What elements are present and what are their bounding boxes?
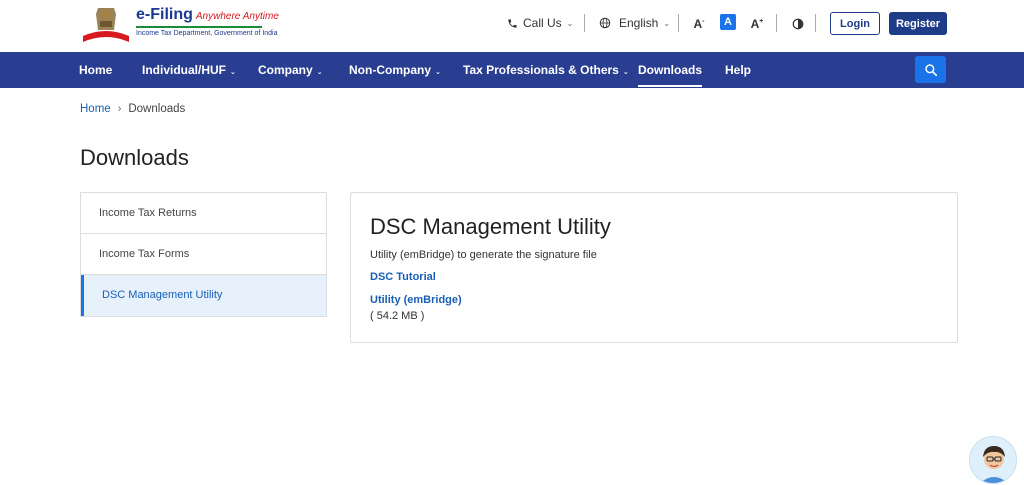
nav-home[interactable]: Home xyxy=(79,52,112,88)
page-title: Downloads xyxy=(80,145,189,170)
content-description: Utility (emBridge) to generate the signa… xyxy=(370,249,597,261)
breadcrumb-current: Downloads xyxy=(128,103,186,115)
font-normal-button[interactable]: A xyxy=(720,14,736,30)
top-header: e-Filing Anywhere Anytime Income Tax Depa… xyxy=(0,0,1024,52)
utility-embridge-link[interactable]: Utility (emBridge) xyxy=(370,294,462,306)
call-us-label: Call Us xyxy=(523,16,562,30)
downloads-side-menu: Income Tax Returns Income Tax Forms DSC … xyxy=(80,192,327,317)
dsc-tutorial-link[interactable]: DSC Tutorial xyxy=(370,271,436,283)
font-decrease-button[interactable]: A- xyxy=(691,14,707,31)
side-item-income-tax-forms[interactable]: Income Tax Forms xyxy=(81,234,326,275)
language-label: English xyxy=(619,16,659,30)
chevron-down-icon: ⌄ xyxy=(663,18,671,28)
phone-icon xyxy=(508,18,517,28)
language-selector[interactable]: English ⌄ xyxy=(599,12,670,34)
nav-company[interactable]: Company ⌄ xyxy=(258,52,323,88)
chevron-down-icon: ⌄ xyxy=(622,69,629,76)
nav-tax-professionals[interactable]: Tax Professionals & Others ⌄ xyxy=(463,52,629,88)
file-size: ( 54.2 MB ) xyxy=(370,310,425,322)
nav-non-company[interactable]: Non-Company ⌄ xyxy=(349,52,441,88)
breadcrumb-home-link[interactable]: Home xyxy=(80,103,111,115)
content-card: DSC Management Utility Utility (emBridge… xyxy=(350,192,958,343)
chevron-down-icon: ⌄ xyxy=(316,69,323,76)
nav-individual-huf[interactable]: Individual/HUF ⌄ xyxy=(142,52,236,88)
brand-subtitle: Income Tax Department, Government of Ind… xyxy=(136,30,278,37)
brand-tagline: Anywhere Anytime xyxy=(195,11,279,22)
side-item-income-tax-returns[interactable]: Income Tax Returns xyxy=(81,193,326,234)
divider xyxy=(584,14,585,32)
divider xyxy=(815,14,816,32)
search-button[interactable] xyxy=(915,56,946,83)
brand-underline xyxy=(136,26,262,28)
search-icon xyxy=(924,63,937,76)
chevron-right-icon: › xyxy=(117,103,122,115)
chevron-down-icon: ⌄ xyxy=(230,69,236,76)
national-emblem-icon xyxy=(83,8,129,42)
side-item-dsc-management-utility[interactable]: DSC Management Utility xyxy=(81,275,326,316)
nav-downloads[interactable]: Downloads xyxy=(638,52,703,88)
divider xyxy=(776,14,777,32)
assistant-avatar-icon xyxy=(970,437,1016,483)
chevron-down-icon: ⌄ xyxy=(435,69,441,76)
chevron-down-icon: ⌄ xyxy=(566,18,574,28)
login-button[interactable]: Login xyxy=(830,12,880,35)
contrast-icon xyxy=(792,18,804,30)
breadcrumb: Home › Downloads xyxy=(80,103,185,115)
contrast-toggle[interactable] xyxy=(792,17,804,30)
chat-assistant-avatar[interactable] xyxy=(969,436,1017,484)
main-navbar: Home Individual/HUF ⌄ Company ⌄ Non-Compan… xyxy=(0,52,1024,88)
brand-name: e-Filing Anywhere Anytime xyxy=(136,6,279,23)
globe-icon xyxy=(599,17,611,29)
nav-help[interactable]: Help xyxy=(725,52,751,88)
font-increase-button[interactable]: A+ xyxy=(749,14,765,31)
content-title: DSC Management Utility xyxy=(370,214,611,239)
call-us-menu[interactable]: Call Us ⌄ xyxy=(507,12,573,34)
register-button[interactable]: Register xyxy=(889,12,947,35)
divider xyxy=(678,14,679,32)
efiling-logo[interactable]: e-Filing Anywhere Anytime Income Tax Depa… xyxy=(80,4,279,44)
